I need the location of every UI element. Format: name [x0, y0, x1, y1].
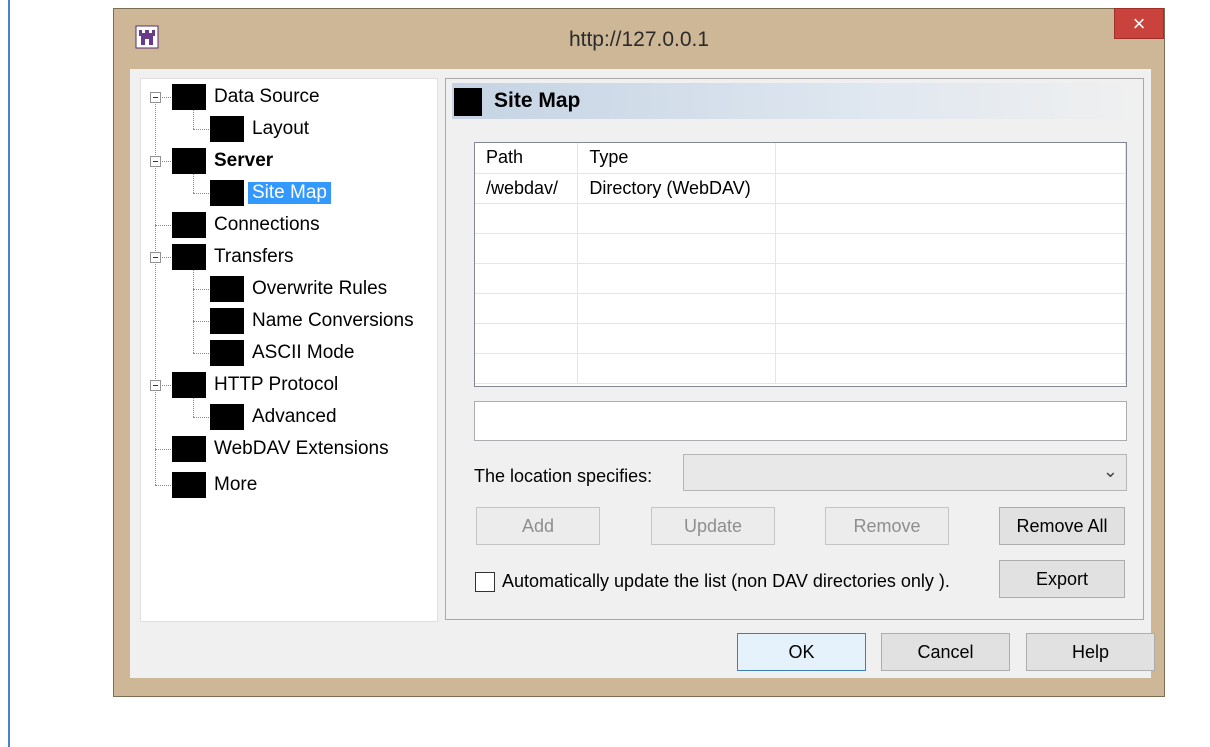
tree-item-more[interactable]: More: [172, 472, 261, 498]
tree-item-webdav-extensions[interactable]: WebDAV Extensions: [172, 436, 393, 462]
chevron-down-icon: ⌄: [1102, 461, 1118, 481]
tree-item-advanced[interactable]: Advanced: [210, 404, 341, 430]
table-row-empty: [475, 353, 1126, 384]
tree-item-label: Overwrite Rules: [252, 278, 388, 299]
collapse-icon[interactable]: [150, 380, 161, 391]
options-tree[interactable]: Data Source Layout Server Site Map Conne…: [140, 78, 438, 622]
node-icon: [210, 308, 244, 334]
tree-item-name-conversions[interactable]: Name Conversions: [210, 308, 418, 334]
table-row-empty: [475, 293, 1126, 324]
path-input[interactable]: [474, 401, 1127, 441]
auto-update-checkbox[interactable]: [475, 572, 495, 592]
title-bar[interactable]: http://127.0.0.1 ×: [114, 8, 1164, 69]
tree-item-overwrite-rules[interactable]: Overwrite Rules: [210, 276, 391, 302]
column-header-empty: [775, 143, 1126, 174]
tree-item-connections[interactable]: Connections: [172, 212, 324, 238]
tree-item-data-source[interactable]: Data Source: [172, 84, 324, 110]
remove-all-button[interactable]: Remove All: [999, 507, 1125, 545]
collapse-icon[interactable]: [150, 92, 161, 103]
tree-line: [193, 269, 194, 353]
close-icon: ×: [1132, 11, 1146, 36]
node-icon: [172, 436, 206, 462]
collapse-icon[interactable]: [150, 252, 161, 263]
tree-item-label: Server: [214, 150, 274, 171]
node-icon: [172, 212, 206, 238]
tree-item-ascii-mode[interactable]: ASCII Mode: [210, 340, 358, 366]
export-button[interactable]: Export: [999, 560, 1125, 598]
update-button[interactable]: Update: [651, 507, 775, 545]
column-header-path[interactable]: Path: [475, 143, 579, 174]
node-icon: [210, 276, 244, 302]
site-map-table: Path Type /webdav/ Directory (WebDAV): [475, 143, 1126, 384]
auto-update-label[interactable]: Automatically update the list (non DAV d…: [502, 571, 950, 592]
table-row[interactable]: /webdav/ Directory (WebDAV): [475, 173, 1126, 204]
location-specifies-label: The location specifies:: [474, 466, 653, 486]
cell-type: Directory (WebDAV): [577, 173, 777, 204]
page-left-rule: [8, 0, 10, 747]
table-header-row: Path Type: [475, 143, 1126, 174]
dialog-client-area: Data Source Layout Server Site Map Conne…: [130, 69, 1155, 678]
dialog-window: http://127.0.0.1 × Data Source Layout Se…: [113, 8, 1165, 697]
cell-path: /webdav/: [475, 173, 579, 204]
tree-item-label: Layout: [252, 118, 310, 139]
tree-item-label: Name Conversions: [252, 310, 414, 331]
tree-item-label: ASCII Mode: [252, 342, 355, 363]
column-header-type[interactable]: Type: [577, 143, 777, 174]
window-title: http://127.0.0.1: [568, 28, 710, 51]
tree-item-http-protocol[interactable]: HTTP Protocol: [172, 372, 342, 398]
site-map-list[interactable]: Path Type /webdav/ Directory (WebDAV): [474, 142, 1127, 387]
help-button[interactable]: Help: [1026, 633, 1155, 671]
node-icon: [172, 472, 206, 498]
tree-item-server[interactable]: Server: [172, 148, 277, 174]
tree-item-transfers[interactable]: Transfers: [172, 244, 298, 270]
table-row-empty: [475, 203, 1126, 234]
node-icon: [210, 116, 244, 142]
panel-header: Site Map: [452, 83, 1142, 119]
tree-item-label: Advanced: [252, 406, 337, 427]
ok-button[interactable]: OK: [737, 633, 866, 671]
tree-item-label: HTTP Protocol: [214, 374, 339, 395]
panel-title: Site Map: [494, 89, 581, 112]
tree-item-label: WebDAV Extensions: [214, 438, 389, 459]
cell-empty: [775, 173, 1126, 204]
tree-item-label: Data Source: [214, 86, 320, 107]
table-row-empty: [475, 233, 1126, 264]
node-icon: [210, 404, 244, 430]
tree-item-label: Transfers: [214, 246, 294, 267]
cancel-button[interactable]: Cancel: [881, 633, 1010, 671]
site-map-panel: Site Map Path Type /webdav/ Directory (W…: [445, 78, 1144, 620]
tree-line: [193, 173, 194, 193]
tree-line: [193, 109, 194, 129]
tree-item-label: Connections: [214, 214, 320, 235]
panel-header-icon: [454, 88, 482, 116]
tree-item-site-map[interactable]: Site Map: [210, 180, 331, 206]
location-specifies-dropdown[interactable]: ⌄: [683, 454, 1127, 491]
node-icon: [172, 148, 206, 174]
add-button[interactable]: Add: [476, 507, 600, 545]
node-icon: [172, 244, 206, 270]
node-icon: [172, 372, 206, 398]
close-button[interactable]: ×: [1114, 8, 1164, 39]
node-icon: [210, 180, 244, 206]
table-row-empty: [475, 263, 1126, 294]
tree-item-label: Site Map: [248, 182, 331, 204]
tree-item-label: More: [214, 474, 258, 495]
collapse-icon[interactable]: [150, 156, 161, 167]
tree-item-layout[interactable]: Layout: [210, 116, 313, 142]
tree-line: [193, 397, 194, 417]
table-row-empty: [475, 323, 1126, 354]
node-icon: [172, 84, 206, 110]
remove-button[interactable]: Remove: [825, 507, 949, 545]
node-icon: [210, 340, 244, 366]
